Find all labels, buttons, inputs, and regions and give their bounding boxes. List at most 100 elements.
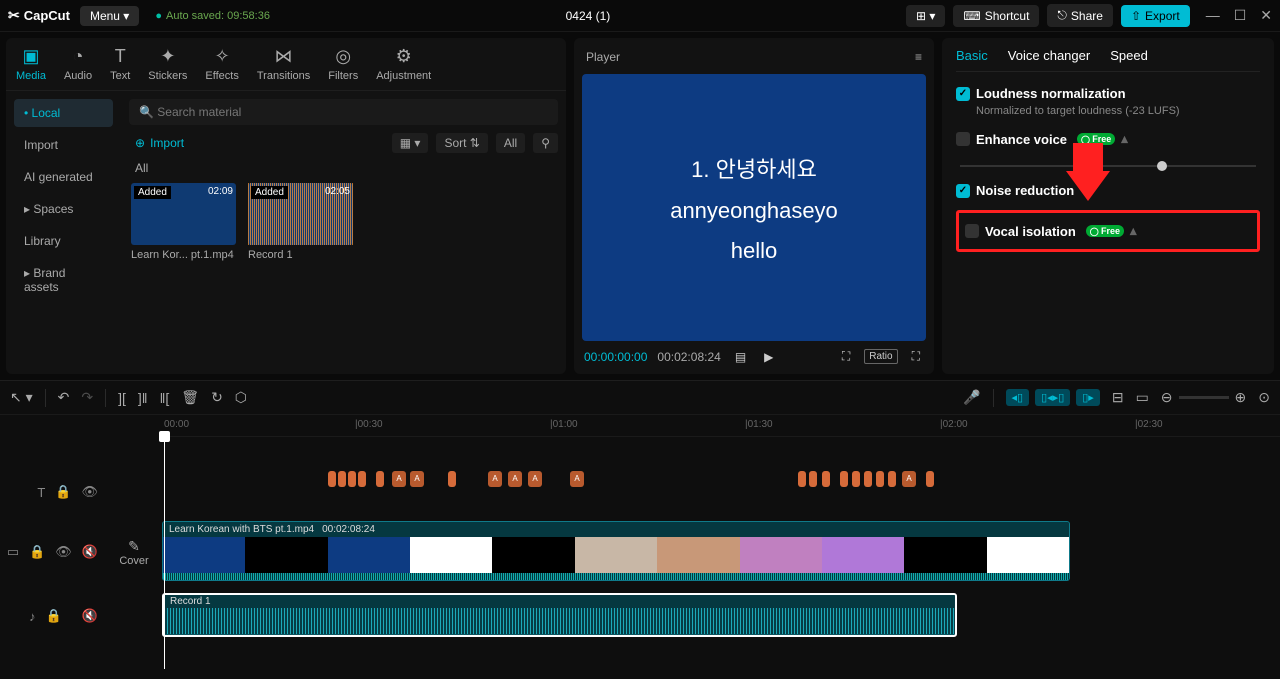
caption-track[interactable]: A A A A A A A <box>158 467 1280 517</box>
callout-arrow-icon <box>1073 143 1103 173</box>
eye-icon[interactable]: 👁 <box>81 484 98 500</box>
lock-icon[interactable]: 🔒 <box>29 544 45 560</box>
sidebar-item-brand[interactable]: ▸ Brand assets <box>14 259 113 301</box>
text-icon: T <box>115 46 126 67</box>
tab-speed[interactable]: Speed <box>1110 48 1148 63</box>
media-item[interactable]: Added 02:05 Record 1 <box>248 183 353 261</box>
split-left-tool[interactable]: ]‖ <box>138 390 148 406</box>
shortcut-button[interactable]: ⌨ Shortcut <box>953 5 1039 27</box>
tab-filters[interactable]: ◎Filters <box>328 46 358 82</box>
refresh-tool[interactable]: ↻ <box>211 389 223 406</box>
grid-view-button[interactable]: ▦ ▾ <box>392 133 429 153</box>
timeline-ruler[interactable]: 00:00 |00:30 |01:00 |01:30 |02:00 |02:30 <box>160 415 1280 437</box>
filter-button[interactable]: ⚲ <box>533 133 558 153</box>
sidebar-item-local[interactable]: • Local <box>14 99 113 127</box>
media-item[interactable]: Added 02:09 Learn Kor... pt.1.mp4 <box>131 183 236 261</box>
media-item-name: Learn Kor... pt.1.mp4 <box>131 249 236 261</box>
crop-icon[interactable]: ⛶ <box>838 347 854 366</box>
shield-tool[interactable]: ⬡ <box>235 389 247 406</box>
zoom-fit-button[interactable]: ⊙ <box>1258 389 1270 406</box>
audio-clip[interactable]: Record 1 <box>162 593 957 637</box>
layout-button[interactable]: ⊞ ▾ <box>906 5 945 27</box>
mute-icon[interactable]: 🔇 <box>82 544 98 560</box>
filter-all-button[interactable]: All <box>496 133 525 153</box>
sidebar-item-spaces[interactable]: ▸ Spaces <box>14 195 113 223</box>
play-button[interactable]: ▶ <box>760 348 777 366</box>
player-title: Player <box>586 50 620 64</box>
magnet-center-button[interactable]: ▯◂▸▯ <box>1035 389 1070 406</box>
clip-name: Learn Korean with BTS pt.1.mp4 <box>169 524 314 535</box>
duration-badge: 02:09 <box>208 186 233 197</box>
eye-icon[interactable]: 👁 <box>55 544 72 560</box>
video-clip[interactable]: Learn Korean with BTS pt.1.mp4 00:02:08:… <box>162 521 1070 581</box>
zoom-slider[interactable] <box>1179 396 1229 399</box>
compare-icon[interactable]: ▤ <box>731 348 750 366</box>
zoom-in-button[interactable]: ⊕ <box>1235 389 1247 406</box>
transitions-icon: ⋈ <box>275 46 293 67</box>
vocal-isolation-highlight: Vocal isolation Free ▴ <box>956 210 1260 252</box>
tab-media[interactable]: ▣Media <box>16 46 46 82</box>
menu-button[interactable]: Menu ▾ <box>80 6 139 26</box>
tab-voice-changer[interactable]: Voice changer <box>1008 48 1090 63</box>
sidebar-item-import[interactable]: Import <box>14 131 113 159</box>
callout-arrow-icon <box>1066 171 1110 201</box>
tab-basic[interactable]: Basic <box>956 48 988 63</box>
maximize-button[interactable]: ☐ <box>1234 7 1247 24</box>
split-right-tool[interactable]: ‖[ <box>160 390 170 406</box>
preview-tool[interactable]: ▭ <box>1136 389 1149 406</box>
autosave-status: Auto saved: 09:58:36 <box>155 10 270 22</box>
section-label-all: All <box>135 161 558 175</box>
magnet-right-button[interactable]: ▯▸ <box>1076 389 1100 406</box>
inspector-panel: Basic Voice changer Speed ✓ Loudness nor… <box>942 38 1274 374</box>
tab-transitions[interactable]: ⋈Transitions <box>257 46 310 82</box>
ratio-button[interactable]: Ratio <box>864 349 897 364</box>
chevron-up-icon: ▴ <box>1121 131 1128 147</box>
undo-button[interactable]: ↶ <box>58 389 70 406</box>
vocal-isolation-toggle[interactable]: Vocal isolation Free ▴ <box>965 223 1251 239</box>
cover-button[interactable]: ✎ Cover <box>110 538 158 567</box>
text-track-icon: T <box>37 485 45 500</box>
tab-stickers[interactable]: ✦Stickers <box>148 46 187 82</box>
sort-button[interactable]: Sort ⇅ <box>436 133 487 153</box>
tab-audio[interactable]: ◔Audio <box>64 46 92 82</box>
close-button[interactable]: ✕ <box>1260 7 1272 24</box>
loudness-normalization-toggle[interactable]: ✓ Loudness normalization <box>956 86 1260 101</box>
current-time: 00:00:00:00 <box>584 350 647 364</box>
tool-tabs: ▣Media ◔Audio TText ✦Stickers ✧Effects ⋈… <box>6 38 566 91</box>
fullscreen-icon[interactable]: ⛶ <box>908 347 924 366</box>
clip-name: Record 1 <box>164 595 955 608</box>
align-tool[interactable]: ⊟ <box>1112 389 1124 406</box>
search-input[interactable]: 🔍 Search material <box>129 99 558 125</box>
sidebar-item-library[interactable]: Library <box>14 227 113 255</box>
player-menu-icon[interactable]: ≡ <box>915 50 922 64</box>
selection-tool[interactable]: ↖ ▾ <box>10 389 33 406</box>
redo-button[interactable]: ↷ <box>81 389 93 406</box>
delete-tool[interactable]: 🗑 <box>181 389 199 406</box>
import-button[interactable]: ⊕ Import <box>135 136 184 150</box>
chevron-up-icon: ▴ <box>1130 223 1137 239</box>
mic-button[interactable]: 🎤 <box>963 389 980 406</box>
duration-badge: 02:05 <box>325 186 350 197</box>
sidebar-item-ai[interactable]: AI generated <box>14 163 113 191</box>
tab-text[interactable]: TText <box>110 46 130 82</box>
player-viewport[interactable]: 1. 안녕하세요 annyeonghaseyo hello <box>582 74 926 341</box>
lock-icon[interactable]: 🔒 <box>46 608 62 624</box>
mute-icon[interactable]: 🔇 <box>82 608 98 624</box>
minimize-button[interactable]: — <box>1206 7 1220 24</box>
window-controls: — ☐ ✕ <box>1206 7 1272 24</box>
clip-duration: 00:02:08:24 <box>322 524 375 535</box>
tab-effects[interactable]: ✧Effects <box>205 46 238 82</box>
lock-icon[interactable]: 🔒 <box>55 484 71 500</box>
playhead[interactable] <box>164 437 165 669</box>
audio-icon: ◔ <box>73 46 84 67</box>
tab-adjustment[interactable]: ⚙Adjustment <box>376 46 431 82</box>
zoom-out-button[interactable]: ⊖ <box>1161 389 1173 406</box>
effects-icon: ✧ <box>215 46 230 67</box>
share-button[interactable]: ⎋ Share <box>1047 4 1113 27</box>
filters-icon: ◎ <box>335 46 351 67</box>
preview-text-line1: 1. 안녕하세요 <box>691 152 817 184</box>
split-tool[interactable]: ][ <box>118 390 126 406</box>
export-button[interactable]: ⇧ Export <box>1121 5 1190 27</box>
magnet-left-button[interactable]: ◂▯ <box>1006 389 1030 406</box>
media-panel: ▣Media ◔Audio TText ✦Stickers ✧Effects ⋈… <box>6 38 566 374</box>
